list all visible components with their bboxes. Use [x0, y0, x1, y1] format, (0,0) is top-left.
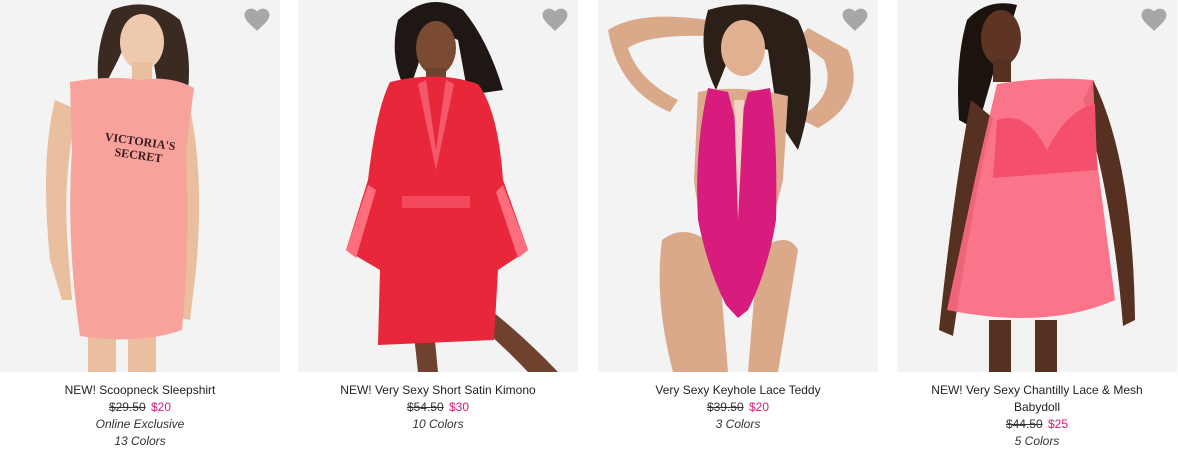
heart-icon[interactable] [1141, 8, 1167, 32]
product-image[interactable] [598, 0, 878, 372]
product-photo [598, 0, 878, 372]
color-count: 3 Colors [715, 417, 761, 431]
product-card: NEW! Very Sexy Chantilly Lace & Mesh Bab… [897, 0, 1177, 467]
product-name-link[interactable]: NEW! Very Sexy Short Satin Kimono [298, 382, 578, 399]
product-name-link[interactable]: NEW! Scoopneck Sleepshirt [0, 382, 280, 399]
sale-price: $20 [749, 400, 770, 414]
product-info: NEW! Scoopneck Sleepshirt $29.50 $20 Onl… [0, 382, 280, 450]
color-count: 10 Colors [412, 417, 464, 431]
original-price: $39.50 [706, 400, 744, 414]
product-name-link[interactable]: Very Sexy Keyhole Lace Teddy [598, 382, 878, 399]
heart-icon[interactable] [842, 8, 868, 32]
heart-icon[interactable] [542, 8, 568, 32]
sale-price: $30 [449, 400, 470, 414]
sale-price: $25 [1048, 417, 1069, 431]
product-card: NEW! Very Sexy Short Satin Kimono $54.50… [298, 0, 578, 467]
product-name-link[interactable]: NEW! Very Sexy Chantilly Lace & Mesh Bab… [897, 382, 1177, 416]
product-image[interactable] [298, 0, 578, 372]
product-card: Very Sexy Keyhole Lace Teddy $39.50 $20 … [598, 0, 878, 467]
product-image[interactable] [897, 0, 1177, 372]
original-price: $29.50 [108, 400, 146, 414]
product-grid: VICTORIA'S SECRET NEW! Scoopneck Sleepsh… [0, 0, 1178, 467]
original-price: $44.50 [1005, 417, 1043, 431]
product-photo: VICTORIA'S SECRET [0, 0, 280, 372]
product-info: Very Sexy Keyhole Lace Teddy $39.50 $20 … [598, 382, 878, 433]
color-count: 13 Colors [114, 434, 166, 448]
sale-price: $20 [151, 400, 172, 414]
product-image[interactable]: VICTORIA'S SECRET [0, 0, 280, 372]
online-exclusive-badge: Online Exclusive [95, 417, 185, 431]
product-info: NEW! Very Sexy Short Satin Kimono $54.50… [298, 382, 578, 433]
heart-icon[interactable] [244, 8, 270, 32]
product-photo [897, 0, 1177, 372]
product-card: VICTORIA'S SECRET NEW! Scoopneck Sleepsh… [0, 0, 280, 467]
product-info: NEW! Very Sexy Chantilly Lace & Mesh Bab… [897, 382, 1177, 450]
original-price: $54.50 [406, 400, 444, 414]
product-photo [298, 0, 578, 372]
price-row: $39.50 $20 [598, 399, 878, 416]
color-count: 5 Colors [1014, 434, 1060, 448]
price-row: $29.50 $20 [0, 399, 280, 416]
price-row: $54.50 $30 [298, 399, 578, 416]
price-row: $44.50 $25 [897, 416, 1177, 433]
